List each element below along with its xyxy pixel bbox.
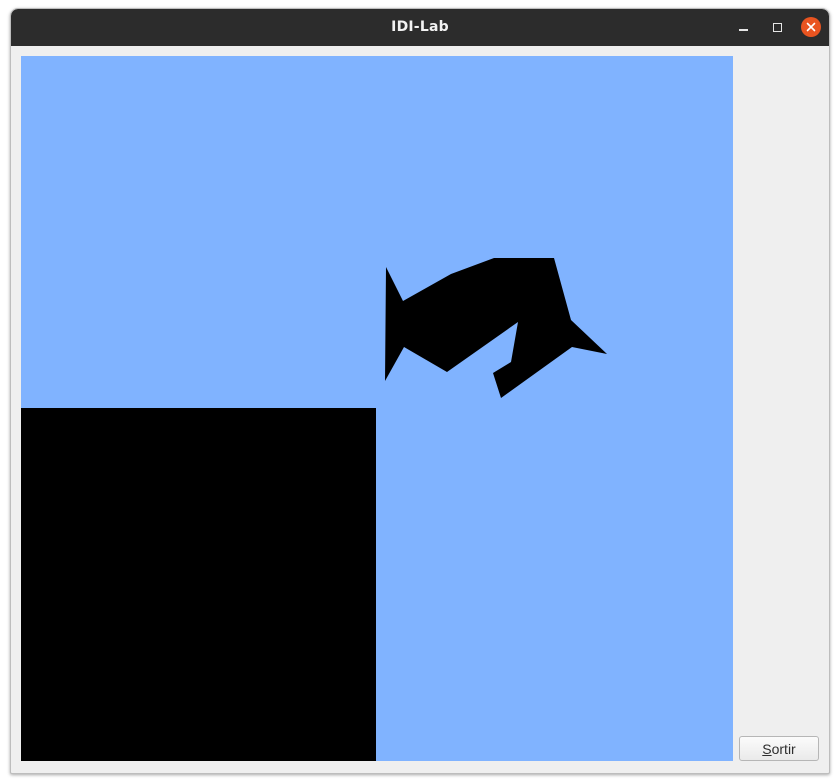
close-button[interactable]	[801, 17, 821, 37]
black-creature-shape	[385, 258, 607, 398]
gl-viewport[interactable]	[21, 56, 733, 761]
minimize-button[interactable]	[733, 17, 753, 37]
maximize-icon	[772, 22, 782, 32]
maximize-button[interactable]	[767, 17, 787, 37]
scene-drawing	[21, 258, 607, 761]
window-title: IDI-Lab	[391, 19, 449, 35]
exit-button[interactable]: Sortir	[739, 736, 819, 761]
app-window: IDI-Lab Sortir	[10, 8, 830, 774]
title-bar[interactable]: IDI-Lab	[11, 9, 829, 46]
black-square	[21, 408, 376, 761]
exit-button-mnemonic: S	[762, 740, 772, 757]
close-icon	[806, 22, 816, 32]
minimize-icon	[738, 29, 748, 31]
exit-button-label: ortir	[771, 740, 796, 757]
